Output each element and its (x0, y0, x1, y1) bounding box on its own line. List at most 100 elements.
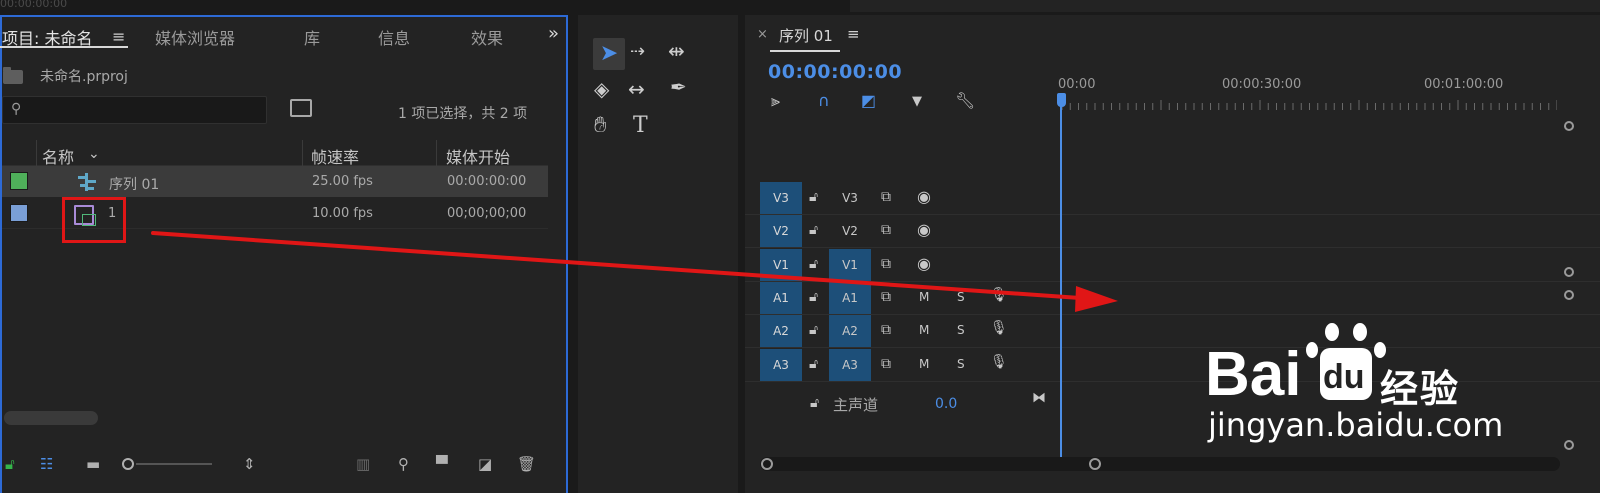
razor-tool-icon[interactable]: ◈ (594, 77, 609, 101)
nest-icon[interactable]: ⫸ (771, 91, 780, 111)
active-tab-underline (770, 50, 840, 52)
trash-icon[interactable]: 🗑︎ (517, 455, 536, 473)
source-patch-toggle[interactable]: V1 (829, 248, 871, 281)
panel-menu-icon[interactable]: ≡ (112, 27, 125, 46)
lock-icon[interactable]: 🔓︎ (809, 256, 818, 272)
microphone-icon[interactable]: 🎙︎ (990, 320, 1008, 336)
tab-effects[interactable]: 效果 (471, 25, 503, 49)
source-patch-toggle[interactable]: V3 (829, 182, 871, 214)
column-divider[interactable] (436, 140, 437, 166)
solo-button[interactable]: S (957, 323, 965, 337)
vertical-zoom-handle[interactable] (1564, 267, 1574, 277)
video-track-row[interactable]: V3 🔓︎ V3 ⧉ ◉ (745, 182, 1600, 215)
tab-media-browser[interactable]: 媒体浏览器 (155, 25, 235, 49)
track-target-toggle[interactable]: A1 (760, 281, 802, 314)
track-target-toggle[interactable]: V3 (760, 182, 802, 214)
sync-lock-icon[interactable]: ⧉ (881, 189, 891, 205)
new-bin-icon[interactable]: ▀ (436, 455, 448, 473)
more-tabs-icon[interactable]: » (548, 23, 559, 44)
vertical-zoom-handle[interactable] (1564, 290, 1574, 300)
label-color-swatch[interactable] (10, 204, 28, 222)
list-view-icon[interactable]: ☷ (40, 455, 53, 473)
track-select-tool-icon[interactable]: ⇢ (630, 41, 645, 62)
top-timecode: 00:00:00:00 (0, 0, 68, 10)
lock-icon[interactable]: 🔓︎ (809, 222, 818, 238)
lock-icon[interactable]: 🔓︎ (809, 356, 818, 372)
tab-libraries[interactable]: 库 (304, 25, 320, 49)
zoom-slider[interactable] (136, 463, 212, 465)
tab-info[interactable]: 信息 (378, 25, 410, 49)
pen-tool-icon[interactable]: ✒ (670, 75, 687, 99)
eye-icon[interactable]: ◉ (917, 254, 931, 273)
slip-tool-icon[interactable]: ↔ (628, 77, 645, 101)
lock-icon[interactable]: 🔓︎ (810, 395, 819, 411)
track-target-toggle[interactable]: A2 (760, 315, 802, 348)
track-target-toggle[interactable]: V2 (760, 215, 802, 248)
icon-view-icon[interactable]: ▬ (86, 455, 100, 473)
search-icon[interactable]: ⚲ (398, 455, 409, 473)
mute-button[interactable]: M (919, 290, 929, 304)
column-divider[interactable] (36, 140, 37, 166)
master-volume-value[interactable]: 0.0 (935, 396, 957, 412)
mute-button[interactable]: M (919, 357, 929, 371)
eye-icon[interactable]: ◉ (917, 187, 931, 206)
column-frame-rate[interactable]: 帧速率 (311, 144, 359, 168)
sort-icon[interactable]: ⇕ (243, 455, 256, 473)
source-patch-toggle[interactable]: A3 (829, 348, 871, 381)
column-divider[interactable] (302, 140, 303, 166)
label-color-swatch[interactable] (10, 172, 28, 190)
eye-icon[interactable]: ◉ (917, 220, 931, 239)
type-tool-icon[interactable]: T (633, 113, 648, 138)
close-icon[interactable]: × (757, 27, 768, 42)
search-input[interactable]: ⚲ (2, 96, 267, 124)
video-track-row[interactable]: V2 🔓︎ V2 ⧉ ◉ (745, 215, 1600, 249)
lock-icon[interactable]: 🔓︎ (809, 322, 818, 338)
add-marker-icon[interactable]: ▼ (912, 94, 922, 109)
new-item-icon[interactable]: ◪ (478, 455, 492, 473)
scrollbar-handle[interactable] (1089, 458, 1101, 470)
solo-button[interactable]: S (957, 290, 965, 304)
selection-tool-icon[interactable]: ➤ (593, 38, 625, 70)
hand-tool-icon[interactable]: ✋︎ (594, 113, 607, 138)
time-ruler[interactable] (1062, 100, 1557, 110)
mute-button[interactable]: M (919, 323, 929, 337)
find-icon[interactable] (290, 99, 312, 117)
scrollbar-handle[interactable] (761, 458, 773, 470)
track-target-toggle[interactable]: V1 (760, 248, 802, 281)
column-name[interactable]: 名称 (42, 144, 74, 168)
sync-lock-icon[interactable]: ⧉ (881, 256, 891, 272)
zoom-slider-handle[interactable] (122, 458, 134, 470)
folder-up-icon[interactable] (3, 67, 23, 84)
bowtie-icon[interactable]: ⧓ (1032, 390, 1046, 406)
sync-lock-icon[interactable]: ⧉ (881, 322, 891, 338)
ripple-edit-tool-icon[interactable]: ⇹ (668, 39, 685, 63)
freeform-view-icon[interactable]: ▥ (356, 455, 370, 473)
lock-icon[interactable]: 🔓︎ (5, 455, 15, 473)
source-patch-toggle[interactable]: A1 (829, 281, 871, 314)
svg-text:du: du (1323, 358, 1365, 396)
lock-icon[interactable]: 🔓︎ (809, 189, 818, 205)
track-target-toggle[interactable]: A3 (760, 348, 802, 381)
column-media-start[interactable]: 媒体开始 (446, 144, 510, 168)
sync-lock-icon[interactable]: ⧉ (881, 289, 891, 305)
solo-button[interactable]: S (957, 357, 965, 371)
video-track-row[interactable]: V1 🔓︎ V1 ⧉ ◉ (745, 248, 1600, 282)
playhead-timecode[interactable]: 00:00:00:00 (768, 61, 902, 83)
panel-menu-icon[interactable]: ≡ (847, 25, 860, 43)
microphone-icon[interactable]: 🎙︎ (990, 354, 1008, 370)
sync-lock-icon[interactable]: ⧉ (881, 222, 891, 238)
wrench-icon[interactable]: 🔧︎ (955, 91, 975, 110)
playhead-handle[interactable] (1057, 93, 1066, 107)
linked-selection-icon[interactable]: ◩ (861, 91, 876, 110)
playhead-line[interactable] (1060, 105, 1062, 457)
vertical-zoom-handle[interactable] (1564, 121, 1574, 131)
tab-sequence[interactable]: 序列 01 (779, 25, 833, 46)
source-patch-toggle[interactable]: A2 (829, 315, 871, 348)
snap-icon[interactable]: ∩ (818, 91, 830, 110)
lock-icon[interactable]: 🔓︎ (809, 289, 818, 305)
microphone-icon[interactable]: 🎙︎ (990, 287, 1008, 303)
sync-lock-icon[interactable]: ⧉ (881, 356, 891, 372)
chevron-down-icon[interactable]: ⌄ (88, 146, 100, 162)
source-patch-toggle[interactable]: V2 (829, 215, 871, 247)
horizontal-scrollbar[interactable] (4, 411, 98, 425)
